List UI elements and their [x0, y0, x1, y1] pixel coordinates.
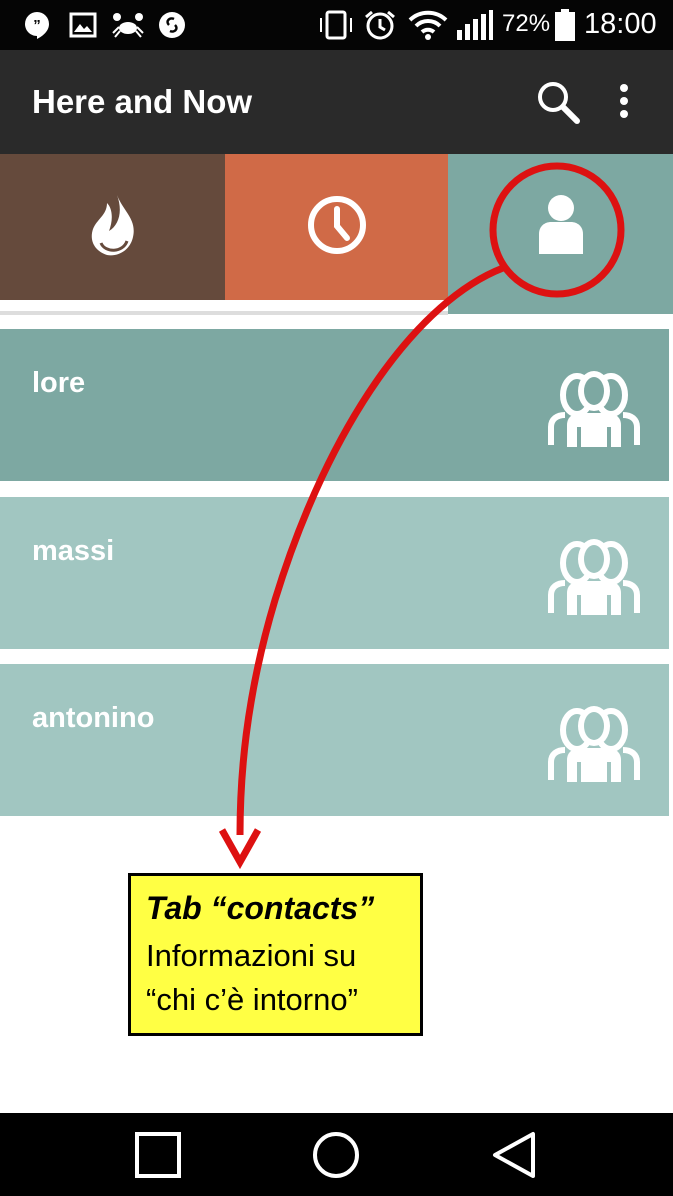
alarm-icon — [362, 10, 398, 40]
recents-icon[interactable] — [128, 1127, 188, 1183]
contact-name: massi — [32, 535, 115, 567]
shazam-icon — [157, 11, 187, 39]
battery-icon — [552, 9, 578, 41]
tab-bar — [0, 154, 673, 314]
wifi-icon — [408, 10, 448, 40]
clock-icon — [307, 195, 367, 260]
hangouts-icon: ” — [22, 11, 52, 39]
group-icon — [545, 704, 643, 784]
back-icon[interactable] — [484, 1127, 544, 1183]
callout-text: Informazioni su — [146, 938, 357, 973]
group-icon — [545, 369, 643, 449]
battery-percent: 72% — [502, 10, 551, 37]
app-title: Here and Now — [32, 83, 253, 120]
crab-icon — [110, 11, 146, 39]
callout-text: “chi c’è intorno” — [146, 982, 358, 1017]
callout-box: Tab “contacts” Informazioni su “chi c’è … — [128, 873, 423, 1036]
clock: 18:00 — [584, 8, 657, 40]
tab-underline — [0, 311, 448, 315]
search-icon[interactable] — [536, 80, 580, 124]
tab-trending[interactable] — [0, 154, 225, 300]
flame-icon — [87, 193, 139, 262]
group-icon — [545, 537, 643, 617]
list-item[interactable]: lore — [0, 329, 669, 481]
svg-text:”: ” — [33, 17, 41, 34]
app-bar: Here and Now — [0, 50, 673, 154]
list-item[interactable]: antonino — [0, 664, 669, 816]
person-icon — [537, 194, 585, 259]
signal-icon — [454, 10, 494, 40]
home-icon[interactable] — [306, 1127, 366, 1183]
arrow-head — [218, 828, 262, 870]
more-vert-icon[interactable] — [612, 82, 636, 122]
tab-recent[interactable] — [225, 154, 448, 300]
contact-name: antonino — [32, 702, 155, 734]
gallery-icon — [68, 11, 98, 39]
contact-name: lore — [32, 367, 86, 399]
vibrate-icon — [316, 10, 356, 40]
tab-contacts[interactable] — [448, 154, 673, 314]
status-bar: ” 72% 18:00 — [0, 0, 673, 50]
nav-bar — [0, 1113, 673, 1196]
callout-title: Tab “contacts” — [146, 890, 375, 926]
list-item[interactable]: massi — [0, 497, 669, 649]
